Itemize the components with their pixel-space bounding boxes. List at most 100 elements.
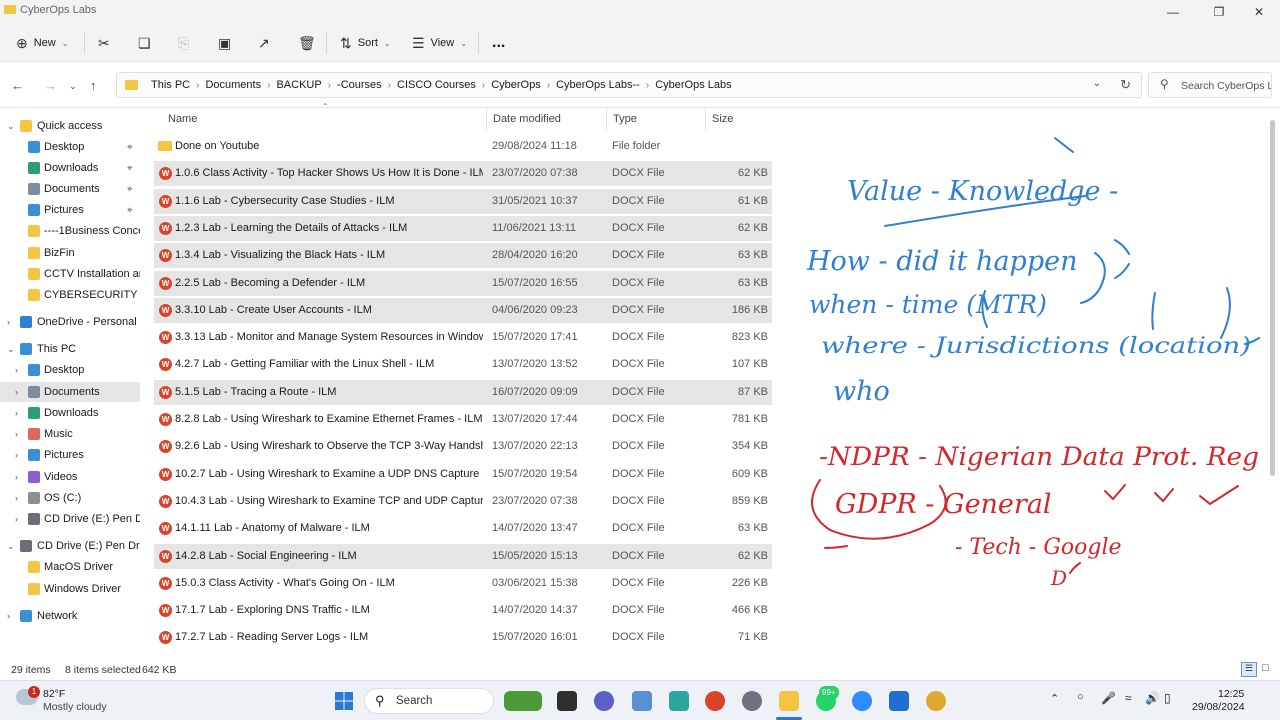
breadcrumb-item[interactable]: CISCO Courses xyxy=(397,79,476,91)
breadcrumb-item[interactable]: CyberOps Labs xyxy=(655,79,731,91)
chevron-right-icon[interactable]: › xyxy=(7,611,10,621)
rename-button[interactable]: ▣ xyxy=(218,34,231,52)
chevron-right-icon[interactable]: › xyxy=(15,450,18,460)
tray-chevron-icon[interactable]: ⌃ xyxy=(1050,692,1059,705)
sidebar-item[interactable]: › Videos xyxy=(0,467,140,487)
chevron-down-icon[interactable]: ⌄ xyxy=(7,541,15,552)
sidebar-item[interactable]: › OS (C:) xyxy=(0,488,140,508)
sidebar-item[interactable]: Pictures ⌖ xyxy=(0,200,140,220)
sidebar-item[interactable]: › Music xyxy=(0,424,140,444)
file-row[interactable]: Done on Youtube 29/08/2024 11:18 File fold… xyxy=(154,134,772,159)
chevron-right-icon[interactable]: › xyxy=(15,408,18,418)
cut-button[interactable]: ✂ xyxy=(98,34,110,52)
chevron-right-icon[interactable]: › xyxy=(15,472,18,482)
file-row[interactable]: W 9.2.6 Lab - Using Wireshark to Observe … xyxy=(154,434,772,459)
breadcrumb-item[interactable]: CyberOps xyxy=(491,79,541,91)
breadcrumb-item[interactable]: -Courses xyxy=(337,79,382,91)
sidebar-item[interactable]: Downloads ⌖ xyxy=(0,158,140,178)
column-header-size[interactable]: Size xyxy=(712,113,733,125)
search-field[interactable]: ⚲ Search CyberOps L... xyxy=(1148,72,1272,98)
column-header-name[interactable]: Name xyxy=(168,113,197,125)
tiles-view-icon[interactable]: □ xyxy=(1262,662,1269,674)
file-row[interactable]: W 4.2.7 Lab - Getting Familiar with the L… xyxy=(154,352,772,377)
sidebar-item[interactable]: › Documents xyxy=(0,382,140,402)
chevron-right-icon[interactable]: › xyxy=(328,80,331,91)
volume-icon[interactable]: 🔊 xyxy=(1145,691,1160,705)
column-header-type[interactable]: Type xyxy=(613,113,637,125)
weather-temp[interactable]: 82°F xyxy=(43,688,65,700)
sidebar-item[interactable]: Windows Driver xyxy=(0,579,140,599)
language-icon[interactable]: ○ xyxy=(1077,691,1084,703)
file-row[interactable]: W 1.2.3 Lab - Learning the Details of Att… xyxy=(154,215,772,241)
view-button[interactable]: ☰ View ⌄ xyxy=(412,34,467,52)
chevron-right-icon[interactable]: › xyxy=(646,80,649,91)
sidebar-item[interactable]: CYBERSECURITY xyxy=(0,285,140,305)
breadcrumb-item[interactable]: CyberOps Labs-- xyxy=(556,79,640,91)
weather-desc[interactable]: Mostly cloudy xyxy=(43,701,107,713)
new-button[interactable]: ⊕ New ⌄ xyxy=(16,34,68,52)
address-field[interactable]: This PC › Documents › BACKUP › -Courses › CISCO … xyxy=(116,72,1142,98)
file-row[interactable]: W 14.2.8 Lab - Social Engineering - ILM 15… xyxy=(154,543,772,569)
app-icon[interactable] xyxy=(632,691,652,711)
file-row[interactable]: W 3.3.10 Lab - Create User Accounts - ILM… xyxy=(154,297,772,323)
file-explorer-icon[interactable] xyxy=(779,691,799,711)
chevron-right-icon[interactable]: › xyxy=(388,80,391,91)
sidebar-item[interactable]: MacOS Driver xyxy=(0,557,140,577)
sidebar-item[interactable]: › Desktop xyxy=(0,360,140,380)
file-row[interactable]: W 1.1.6 Lab - Cybersecurity Case Studies … xyxy=(154,188,772,214)
clock-time[interactable]: 12:25 xyxy=(1218,688,1244,700)
delete-button[interactable]: 🗑 xyxy=(298,34,316,52)
vertical-scrollbar[interactable] xyxy=(1270,120,1275,476)
more-button[interactable]: ... xyxy=(492,34,505,52)
sidebar-item[interactable]: Documents ⌖ xyxy=(0,179,140,199)
battery-icon[interactable]: ▯ xyxy=(1164,691,1171,705)
chevron-right-icon[interactable]: › xyxy=(482,80,485,91)
chevron-right-icon[interactable]: › xyxy=(15,387,18,397)
file-row[interactable]: W 10.4.3 Lab - Using Wireshark to Examine… xyxy=(154,489,772,514)
settings-gear-icon[interactable] xyxy=(742,691,762,711)
chevron-right-icon[interactable]: › xyxy=(196,80,199,91)
column-header-date[interactable]: Date modified xyxy=(493,113,561,125)
wps-office-icon[interactable] xyxy=(705,691,725,711)
recent-chevron-icon[interactable]: ⌄ xyxy=(69,81,77,92)
back-arrow-icon[interactable]: ← xyxy=(11,78,24,93)
file-row[interactable]: W 15.0.3 Class Activity - What's Going On… xyxy=(154,571,772,596)
breadcrumb-item[interactable]: BACKUP xyxy=(276,79,321,91)
copy-button[interactable]: ❏ xyxy=(138,34,151,52)
file-row[interactable]: W 10.2.7 Lab - Using Wireshark to Examine… xyxy=(154,462,772,487)
details-view-icon[interactable]: ☰ xyxy=(1241,662,1257,677)
wifi-icon[interactable]: ≈ xyxy=(1125,691,1132,705)
paste-button[interactable]: ⎘ xyxy=(178,34,189,52)
chevron-down-icon[interactable]: ⌄ xyxy=(7,344,15,355)
chevron-right-icon[interactable]: › xyxy=(547,80,550,91)
forward-arrow-icon[interactable]: → xyxy=(44,78,57,93)
sidebar-item[interactable]: › CD Drive (E:) Pen Drive xyxy=(0,509,140,529)
file-row[interactable]: W 3.3.13 Lab - Monitor and Manage System … xyxy=(154,325,772,350)
file-row[interactable]: W 1.3.4 Lab - Visualizing the Black Hats … xyxy=(154,243,772,269)
sidebar-item[interactable]: › OneDrive - Personal xyxy=(0,312,140,332)
file-row[interactable]: W 1.0.6 Class Activity - Top Hacker Shows… xyxy=(154,161,772,187)
sidebar-item[interactable]: › Pictures xyxy=(0,445,140,465)
terminal-icon[interactable] xyxy=(557,691,577,711)
clock-date[interactable]: 29/08/2024 xyxy=(1192,701,1245,713)
notepad-icon[interactable] xyxy=(669,691,689,711)
zoom-icon[interactable] xyxy=(852,691,872,711)
sidebar-item[interactable]: ----1Business Concerns xyxy=(0,221,140,241)
taskbar-search[interactable]: ⚲ Search xyxy=(364,688,494,714)
sidebar-item[interactable]: ⌄ Quick access xyxy=(0,116,140,136)
sidebar-item[interactable]: ⌄ This PC xyxy=(0,339,140,359)
sidebar-item[interactable]: BizFin xyxy=(0,243,140,263)
breadcrumb-item[interactable]: Documents xyxy=(205,79,261,91)
chevron-right-icon[interactable]: › xyxy=(267,80,270,91)
sort-button[interactable]: ⇅ Sort ⌄ xyxy=(340,34,391,52)
file-row[interactable]: W 5.1.5 Lab - Tracing a Route - ILM 16/07/… xyxy=(154,379,772,405)
chat-icon[interactable] xyxy=(594,691,614,711)
minimize-button[interactable]: — xyxy=(1158,2,1188,22)
sidebar-item[interactable]: › Downloads xyxy=(0,403,140,423)
sidebar-item[interactable]: › Network xyxy=(0,606,140,626)
windows-start-icon[interactable] xyxy=(334,691,354,711)
search-highlight-icon[interactable] xyxy=(504,691,542,711)
edge-icon[interactable] xyxy=(889,691,909,711)
file-row[interactable]: W 17.2.7 Lab - Reading Server Logs - ILM 1… xyxy=(154,625,772,650)
maximize-button[interactable]: ❐ xyxy=(1204,2,1234,22)
